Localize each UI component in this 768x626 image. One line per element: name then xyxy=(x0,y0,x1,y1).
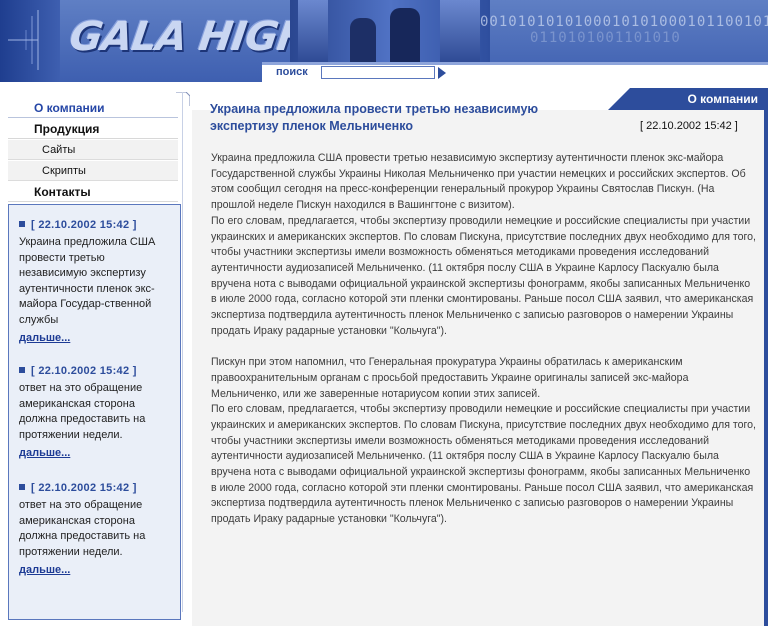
search-bar-stripe xyxy=(262,62,768,65)
news-text: ответ на это обращение американская стор… xyxy=(19,382,146,441)
news-item: [ 22.10.2002 15:42 ] ответ на это обраще… xyxy=(19,365,174,461)
bullet-icon xyxy=(19,221,25,227)
article-body: Украина предложила США провести третью н… xyxy=(211,151,756,528)
header-decor-lines xyxy=(8,10,39,70)
column-divider xyxy=(182,92,183,612)
search-input[interactable] xyxy=(321,66,435,79)
nav-subitem-sites[interactable]: Сайты xyxy=(8,140,178,160)
section-tab-notch xyxy=(608,88,630,110)
news-date: [ 22.10.2002 15:42 ] xyxy=(19,482,174,494)
news-more-link[interactable]: дальше... xyxy=(19,332,70,344)
news-panel: [ 22.10.2002 15:42 ] Украина предложила … xyxy=(8,204,181,620)
article-paragraph: По его словам, предлагается, чтобы экспе… xyxy=(211,214,756,337)
news-text: ответ на это обращение американская стор… xyxy=(19,499,146,558)
article-paragraph: Украина предложила США провести третью н… xyxy=(211,152,746,212)
site-header: GALA HIGHTECH 00101010101000101010001011… xyxy=(0,0,768,82)
binary-decor: 0110101001101010 xyxy=(530,30,681,46)
section-tab: О компании xyxy=(608,88,768,110)
bullet-icon xyxy=(19,484,25,490)
nav-item-contacts[interactable]: Контакты xyxy=(8,182,178,202)
search-label: поиск xyxy=(276,66,308,78)
person-silhouette xyxy=(350,18,376,62)
news-more-link[interactable]: дальше... xyxy=(19,564,70,576)
article-paragraph: Пискун при этом напомнил, что Генеральна… xyxy=(211,356,689,400)
article-title: Украина предложила провести третью незав… xyxy=(210,102,539,133)
bullet-icon xyxy=(19,367,25,373)
person-silhouette xyxy=(390,8,420,62)
corner-decor xyxy=(176,92,190,106)
nav-subitem-scripts[interactable]: Скрипты xyxy=(8,161,178,181)
nav-item-about[interactable]: О компании xyxy=(8,98,178,118)
article-panel-edge xyxy=(764,110,768,626)
news-date: [ 22.10.2002 15:42 ] xyxy=(19,219,174,231)
nav-item-products[interactable]: Продукция xyxy=(8,119,178,139)
news-more-link[interactable]: дальше... xyxy=(19,447,70,459)
header-photo xyxy=(290,0,490,62)
sidebar: О компании Продукция Сайты Скрипты Конта… xyxy=(0,92,190,626)
article-date: [ 22.10.2002 15:42 ] xyxy=(640,120,738,132)
news-text: Украина предложила США провести третью н… xyxy=(19,236,156,326)
article-paragraph: По его словам, предлагается, чтобы экспе… xyxy=(211,403,756,526)
news-item: [ 22.10.2002 15:42 ] Украина предложила … xyxy=(19,219,174,346)
news-item: [ 22.10.2002 15:42 ] ответ на это обраще… xyxy=(19,482,174,578)
news-date: [ 22.10.2002 15:42 ] xyxy=(19,365,174,377)
search-arrow-icon[interactable] xyxy=(438,67,446,79)
binary-decor: 0010101010100010101000101100101 xyxy=(480,14,768,30)
